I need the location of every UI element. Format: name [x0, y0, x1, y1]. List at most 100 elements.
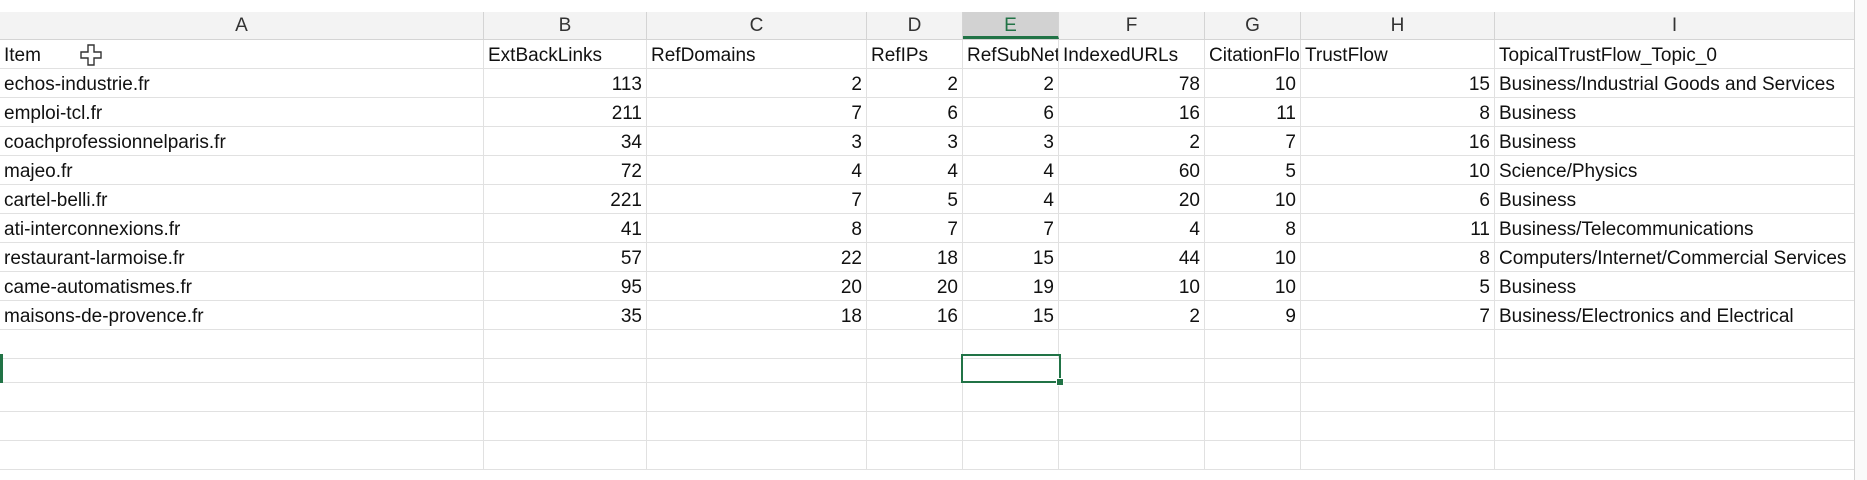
column-header-f[interactable]: F: [1059, 12, 1205, 39]
number-cell[interactable]: 7: [963, 214, 1059, 243]
empty-cell[interactable]: [647, 412, 867, 441]
empty-cell[interactable]: [1205, 412, 1301, 441]
empty-cell[interactable]: [0, 383, 484, 412]
number-cell[interactable]: 8: [1301, 243, 1495, 272]
number-cell[interactable]: 11: [1301, 214, 1495, 243]
empty-cell[interactable]: [484, 441, 647, 470]
topic-cell[interactable]: Business/Electronics and Electrical: [1495, 301, 1855, 330]
empty-cell[interactable]: [1059, 354, 1205, 383]
number-cell[interactable]: 2: [867, 69, 963, 98]
topic-cell[interactable]: Business: [1495, 185, 1855, 214]
empty-cell[interactable]: [1495, 354, 1855, 383]
empty-cell[interactable]: [867, 412, 963, 441]
empty-cell[interactable]: [0, 412, 484, 441]
number-cell[interactable]: 3: [963, 127, 1059, 156]
number-cell[interactable]: 10: [1301, 156, 1495, 185]
item-cell[interactable]: maisons-de-provence.fr: [0, 301, 484, 330]
number-cell[interactable]: 6: [867, 98, 963, 127]
number-cell[interactable]: 7: [647, 185, 867, 214]
number-cell[interactable]: 19: [963, 272, 1059, 301]
vertical-scrollbar[interactable]: [1854, 0, 1867, 480]
empty-cell[interactable]: [867, 383, 963, 412]
number-cell[interactable]: 4: [867, 156, 963, 185]
number-cell[interactable]: 15: [963, 301, 1059, 330]
empty-cell[interactable]: [1059, 412, 1205, 441]
number-cell[interactable]: 221: [484, 185, 647, 214]
column-header-c[interactable]: C: [647, 12, 867, 39]
spreadsheet[interactable]: A B C D E F G H I Item ExtBackLinks RefD…: [0, 0, 1867, 480]
empty-cell[interactable]: [963, 441, 1059, 470]
topic-cell[interactable]: Business: [1495, 272, 1855, 301]
number-cell[interactable]: 5: [1205, 156, 1301, 185]
empty-cell[interactable]: [0, 354, 484, 383]
empty-cell[interactable]: [963, 412, 1059, 441]
number-cell[interactable]: 11: [1205, 98, 1301, 127]
number-cell[interactable]: 7: [867, 214, 963, 243]
item-cell[interactable]: emploi-tcl.fr: [0, 98, 484, 127]
item-cell[interactable]: cartel-belli.fr: [0, 185, 484, 214]
number-cell[interactable]: 4: [963, 156, 1059, 185]
number-cell[interactable]: 2: [647, 69, 867, 98]
number-cell[interactable]: 10: [1205, 243, 1301, 272]
number-cell[interactable]: 15: [1301, 69, 1495, 98]
number-cell[interactable]: 15: [963, 243, 1059, 272]
header-cell[interactable]: Item: [0, 40, 484, 69]
header-cell[interactable]: RefSubNets: [963, 40, 1059, 69]
number-cell[interactable]: 44: [1059, 243, 1205, 272]
number-cell[interactable]: 8: [647, 214, 867, 243]
number-cell[interactable]: 211: [484, 98, 647, 127]
empty-cell[interactable]: [867, 354, 963, 383]
number-cell[interactable]: 95: [484, 272, 647, 301]
number-cell[interactable]: 8: [1205, 214, 1301, 243]
empty-cell[interactable]: [1301, 354, 1495, 383]
number-cell[interactable]: 4: [963, 185, 1059, 214]
number-cell[interactable]: 5: [867, 185, 963, 214]
topic-cell[interactable]: Business/Telecommunications: [1495, 214, 1855, 243]
number-cell[interactable]: 2: [963, 69, 1059, 98]
column-header-h[interactable]: H: [1301, 12, 1495, 39]
header-cell[interactable]: RefIPs: [867, 40, 963, 69]
empty-cell[interactable]: [0, 441, 484, 470]
empty-cell[interactable]: [1301, 412, 1495, 441]
number-cell[interactable]: 22: [647, 243, 867, 272]
item-cell[interactable]: came-automatismes.fr: [0, 272, 484, 301]
number-cell[interactable]: 113: [484, 69, 647, 98]
empty-cell[interactable]: [484, 412, 647, 441]
empty-cell[interactable]: [647, 441, 867, 470]
topic-cell[interactable]: Business: [1495, 98, 1855, 127]
empty-cell[interactable]: [1495, 412, 1855, 441]
number-cell[interactable]: 20: [647, 272, 867, 301]
column-header-e[interactable]: E: [963, 12, 1059, 39]
empty-cell[interactable]: [647, 354, 867, 383]
column-header-d[interactable]: D: [867, 12, 963, 39]
item-cell[interactable]: majeo.fr: [0, 156, 484, 185]
empty-cell[interactable]: [1301, 383, 1495, 412]
number-cell[interactable]: 20: [1059, 185, 1205, 214]
number-cell[interactable]: 78: [1059, 69, 1205, 98]
number-cell[interactable]: 18: [867, 243, 963, 272]
number-cell[interactable]: 3: [867, 127, 963, 156]
column-header-a[interactable]: A: [0, 12, 484, 39]
number-cell[interactable]: 8: [1301, 98, 1495, 127]
header-cell[interactable]: ExtBackLinks: [484, 40, 647, 69]
header-cell[interactable]: TrustFlow: [1301, 40, 1495, 69]
empty-cell[interactable]: [867, 441, 963, 470]
item-cell[interactable]: coachprofessionnelparis.fr: [0, 127, 484, 156]
number-cell[interactable]: 7: [1301, 301, 1495, 330]
empty-cell[interactable]: [1205, 354, 1301, 383]
number-cell[interactable]: 57: [484, 243, 647, 272]
topic-cell[interactable]: Business: [1495, 127, 1855, 156]
empty-cell[interactable]: [1059, 441, 1205, 470]
number-cell[interactable]: 16: [1301, 127, 1495, 156]
header-cell[interactable]: RefDomains: [647, 40, 867, 69]
number-cell[interactable]: 3: [647, 127, 867, 156]
empty-cell[interactable]: [963, 383, 1059, 412]
number-cell[interactable]: 4: [1059, 214, 1205, 243]
topic-cell[interactable]: Science/Physics: [1495, 156, 1855, 185]
column-header-b[interactable]: B: [484, 12, 647, 39]
number-cell[interactable]: 6: [963, 98, 1059, 127]
number-cell[interactable]: 6: [1301, 185, 1495, 214]
column-header-i[interactable]: I: [1495, 12, 1855, 39]
number-cell[interactable]: 35: [484, 301, 647, 330]
column-header-g[interactable]: G: [1205, 12, 1301, 39]
